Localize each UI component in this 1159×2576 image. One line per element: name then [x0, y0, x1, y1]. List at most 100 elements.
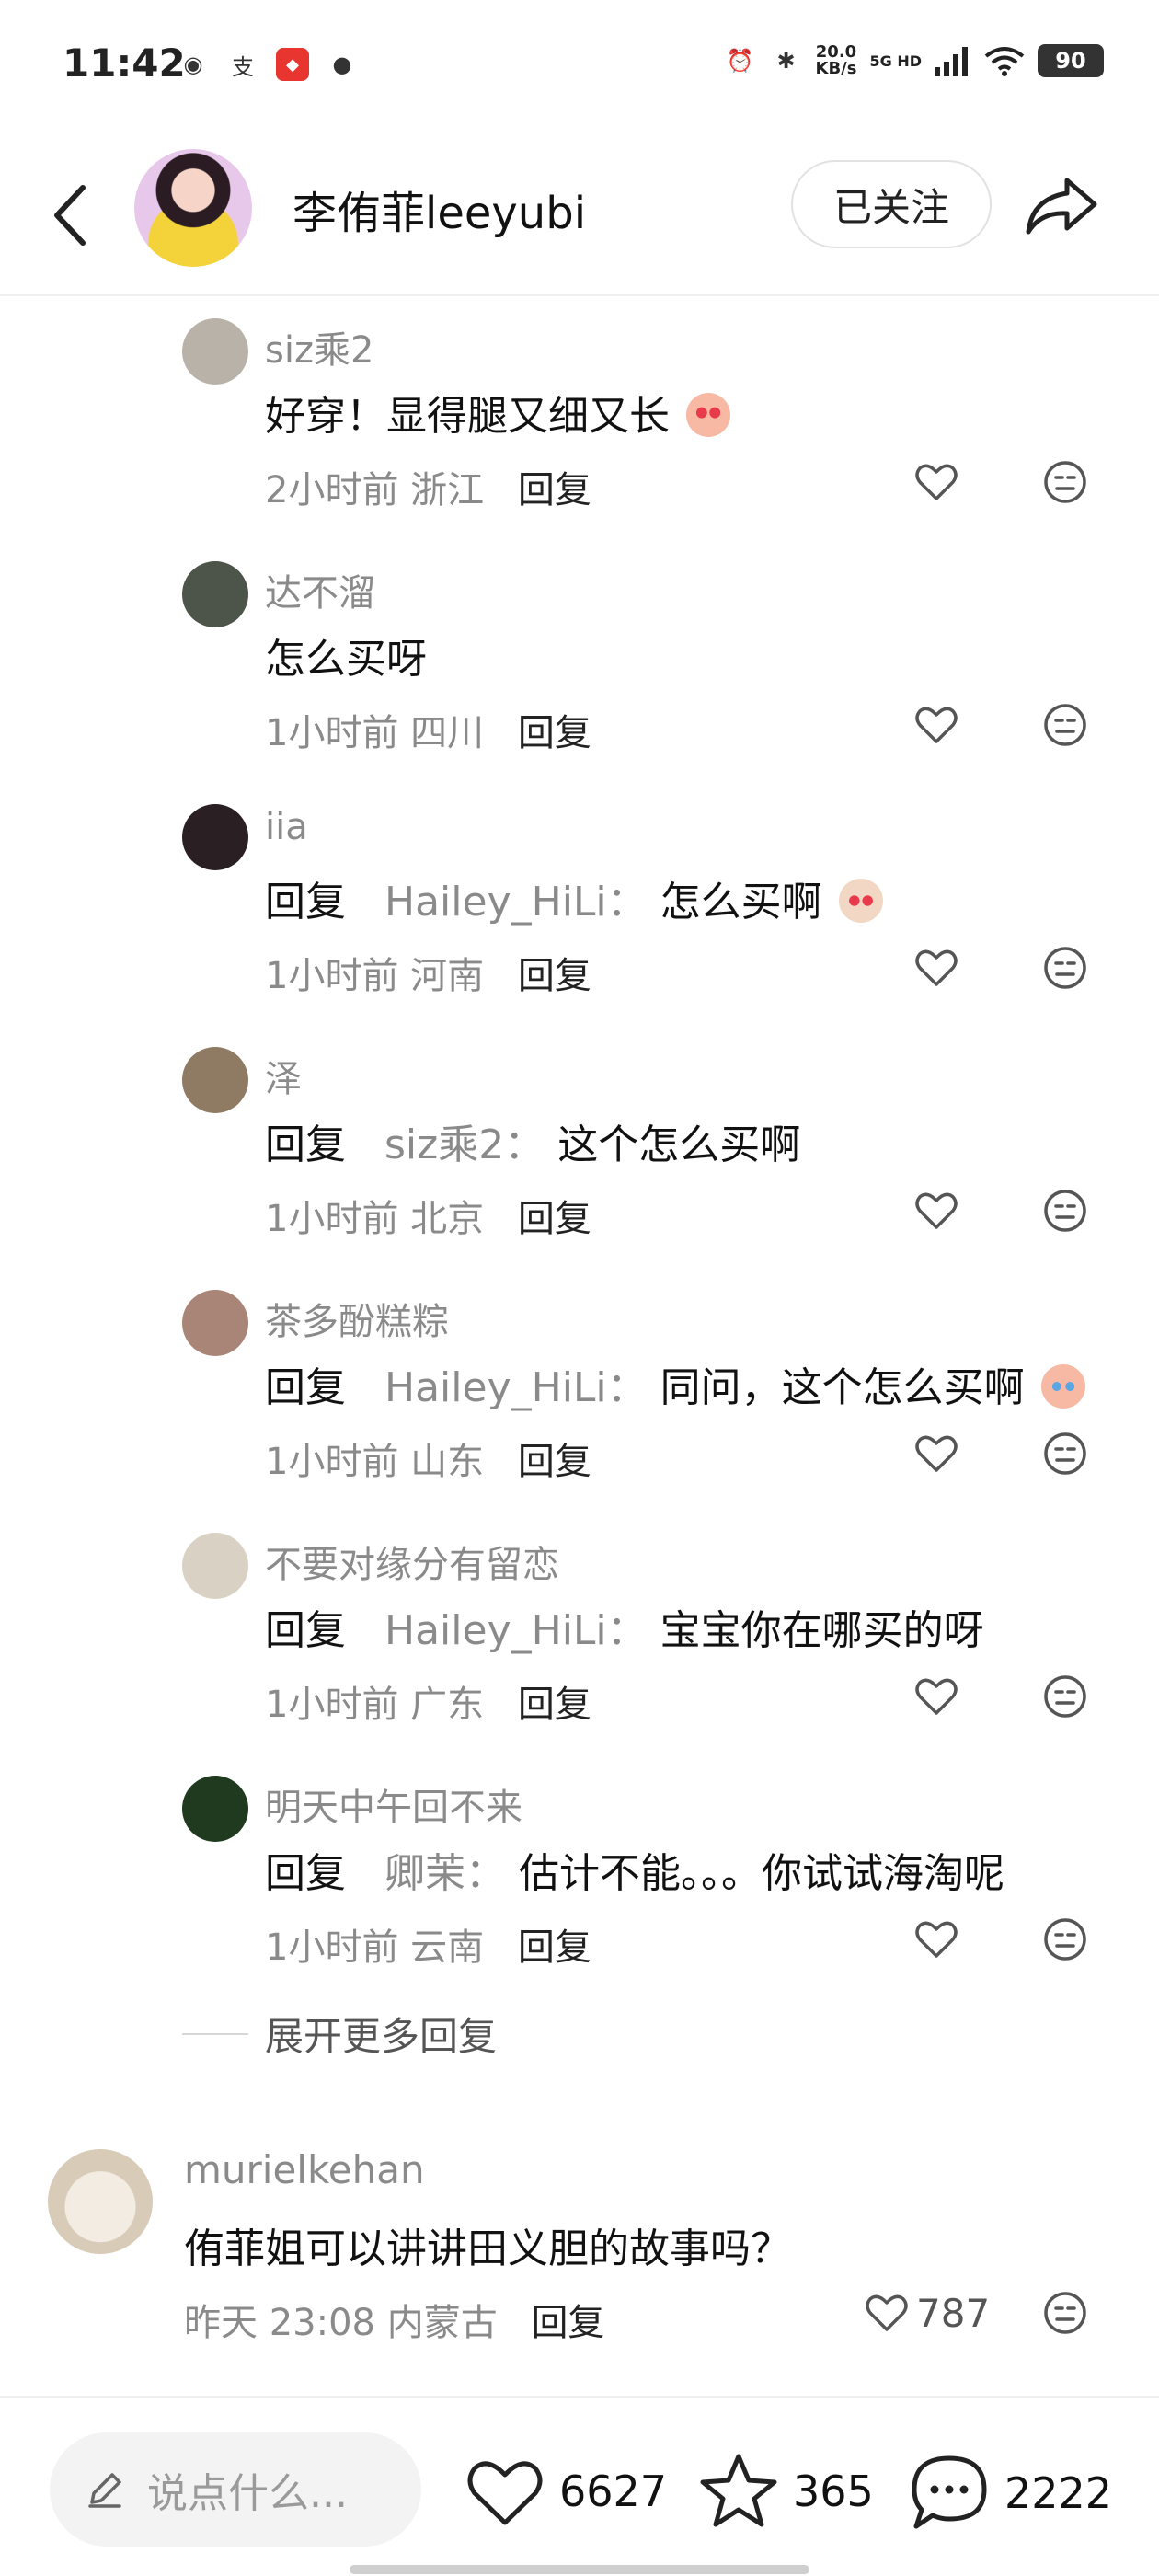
reply-location: 云南: [410, 1926, 485, 1969]
bluetooth-icon: ✱: [776, 48, 796, 74]
profile-header: 李侑菲leeyubi 已关注: [0, 138, 1159, 296]
reply-content[interactable]: 回复 Hailey_HiLi： 怎么买啊: [265, 868, 883, 927]
reply-content[interactable]: 好穿！显得腿又细又长: [265, 383, 730, 442]
battery-indicator: 90: [1038, 44, 1104, 77]
reply-meta: 2小时前 浙江 回复: [265, 460, 591, 513]
reply-content[interactable]: 回复 卿茉： 估计不能。。。你试试海淘呢: [265, 1840, 1004, 1899]
favorite-count: 365: [793, 2467, 874, 2516]
dislike-icon[interactable]: [1041, 701, 1089, 749]
reply-target[interactable]: Hailey_HiLi：: [384, 879, 648, 926]
expand-more-replies[interactable]: 展开更多回复: [182, 2006, 497, 2062]
reply-target[interactable]: siz乘2：: [384, 1121, 545, 1168]
emoji-icon: [1040, 1364, 1085, 1409]
dislike-icon[interactable]: [1041, 1673, 1089, 1720]
dislike-icon[interactable]: [1041, 2289, 1089, 2337]
reply-time: 1小时前: [265, 1684, 399, 1726]
replier-avatar[interactable]: [182, 318, 248, 385]
heart-icon[interactable]: [912, 1915, 960, 1963]
replier-name[interactable]: 茶多酚糕粽: [265, 1292, 449, 1345]
heart-icon: [866, 2294, 908, 2331]
comment-text[interactable]: 侑菲姐可以讲讲田义胆的故事吗？: [184, 2215, 791, 2274]
reply-content[interactable]: 怎么买呀: [265, 626, 427, 684]
replier-name[interactable]: 达不溜: [265, 563, 375, 616]
network-speed: 20.0 KB/s: [816, 44, 857, 77]
reply-target[interactable]: Hailey_HiLi：: [384, 1364, 648, 1411]
share-icon[interactable]: [1023, 173, 1100, 239]
reply-meta: 1小时前 河南 回复: [265, 946, 591, 999]
status-bar: 11:42 ◉ 支 ◆ ● ⏰ ✱ 20.0 KB/s 5G HD 90: [0, 0, 1159, 138]
reply-meta: 1小时前 北京 回复: [265, 1189, 591, 1242]
author-name[interactable]: 李侑菲leeyubi: [293, 177, 586, 241]
replier-name[interactable]: iia: [265, 806, 308, 848]
replier-name[interactable]: 不要对缘分有留恋: [265, 1535, 559, 1588]
reply-location: 北京: [410, 1198, 485, 1240]
dislike-icon[interactable]: [1041, 458, 1089, 506]
comment-meta: 昨天 23:08 内蒙古 回复: [184, 2293, 604, 2346]
heart-icon[interactable]: [912, 458, 960, 506]
reply-content[interactable]: 回复 Hailey_HiLi： 同问，这个怎么买啊: [265, 1354, 1085, 1413]
reply-button[interactable]: 回复: [531, 2302, 604, 2344]
reply-button[interactable]: 回复: [518, 712, 591, 754]
reply-text: 宝宝你在哪买的呀: [660, 1607, 984, 1654]
reply-time: 1小时前: [265, 1926, 399, 1969]
replier-name[interactable]: 泽: [265, 1049, 302, 1102]
reply-prefix: 回复: [265, 1364, 346, 1411]
commenter-avatar[interactable]: [48, 2149, 153, 2254]
reply-target[interactable]: 卿茉：: [384, 1850, 506, 1897]
replier-name[interactable]: siz乘2: [265, 320, 373, 374]
reply-item: 不要对缘分有留恋 回复 Hailey_HiLi： 宝宝你在哪买的呀 1小时前 广…: [0, 1518, 1159, 1761]
commenter-name[interactable]: murielkehan: [184, 2147, 425, 2192]
reply-item: iia 回复 Hailey_HiLi： 怎么买啊 1小时前 河南 回复: [0, 789, 1159, 1032]
reply-location: 四川: [410, 712, 485, 754]
comment-input[interactable]: 说点什么...: [50, 2432, 421, 2547]
comment-input-placeholder: 说点什么...: [147, 2470, 348, 2517]
reply-item: 茶多酚糕粽 回复 Hailey_HiLi： 同问，这个怎么买啊 1小时前 山东 …: [0, 1275, 1159, 1518]
notification-icons: ◉ 支 ◆ ●: [177, 48, 359, 81]
follow-button[interactable]: 已关注: [791, 160, 992, 248]
reply-button[interactable]: 回复: [518, 469, 591, 512]
heart-icon[interactable]: [912, 1430, 960, 1478]
replier-avatar[interactable]: [182, 1533, 248, 1599]
dislike-icon[interactable]: [1041, 944, 1089, 992]
app-badge-icon: ◆: [276, 48, 309, 81]
replier-avatar[interactable]: [182, 1776, 248, 1842]
replier-avatar[interactable]: [182, 1290, 248, 1356]
favorite-button[interactable]: 365: [697, 2453, 874, 2530]
heart-icon[interactable]: [912, 1673, 960, 1720]
back-icon[interactable]: [42, 178, 98, 252]
heart-icon[interactable]: [912, 701, 960, 749]
reply-button[interactable]: 回复: [518, 1198, 591, 1240]
replier-avatar[interactable]: [182, 804, 248, 870]
reply-text: 这个怎么买啊: [557, 1121, 801, 1168]
home-indicator[interactable]: [350, 2565, 809, 2574]
replier-name[interactable]: 明天中午回不来: [265, 1777, 522, 1831]
reply-prefix: 回复: [265, 1121, 346, 1168]
reply-item: 明天中午回不来 回复 卿茉： 估计不能。。。你试试海淘呢 1小时前 云南 回复: [0, 1761, 1159, 2004]
author-avatar[interactable]: [134, 149, 252, 267]
reply-content[interactable]: 回复 Hailey_HiLi： 宝宝你在哪买的呀: [265, 1597, 984, 1656]
expand-label[interactable]: 展开更多回复: [265, 2006, 497, 2062]
reply-button[interactable]: 回复: [518, 1926, 591, 1969]
reply-button[interactable]: 回复: [518, 1441, 591, 1483]
dislike-icon[interactable]: [1041, 1915, 1089, 1963]
reply-target[interactable]: Hailey_HiLi：: [384, 1607, 648, 1654]
comment-like-button[interactable]: 787: [863, 2289, 990, 2337]
reply-meta: 1小时前 云南 回复: [265, 1917, 591, 1971]
heart-icon[interactable]: [912, 1187, 960, 1235]
reply-content[interactable]: 回复 siz乘2： 这个怎么买啊: [265, 1111, 800, 1170]
replier-avatar[interactable]: [182, 1047, 248, 1113]
comment-item: murielkehan 侑菲姐可以讲讲田义胆的故事吗？ 昨天 23:08 内蒙古…: [0, 2134, 1159, 2355]
reply-button[interactable]: 回复: [518, 955, 591, 997]
wifi-icon: [984, 47, 1025, 76]
comment-button[interactable]: 2222: [907, 2453, 1112, 2534]
pen-icon: [88, 2473, 121, 2508]
like-button[interactable]: 6627: [464, 2453, 667, 2530]
dislike-icon[interactable]: [1041, 1430, 1089, 1478]
heart-icon[interactable]: [912, 944, 960, 992]
reply-prefix: 回复: [265, 1607, 346, 1654]
reply-button[interactable]: 回复: [518, 1684, 591, 1726]
dislike-icon[interactable]: [1041, 1187, 1089, 1235]
expand-divider: [182, 2032, 248, 2035]
replier-avatar[interactable]: [182, 561, 248, 627]
reply-prefix: 回复: [265, 1850, 346, 1897]
